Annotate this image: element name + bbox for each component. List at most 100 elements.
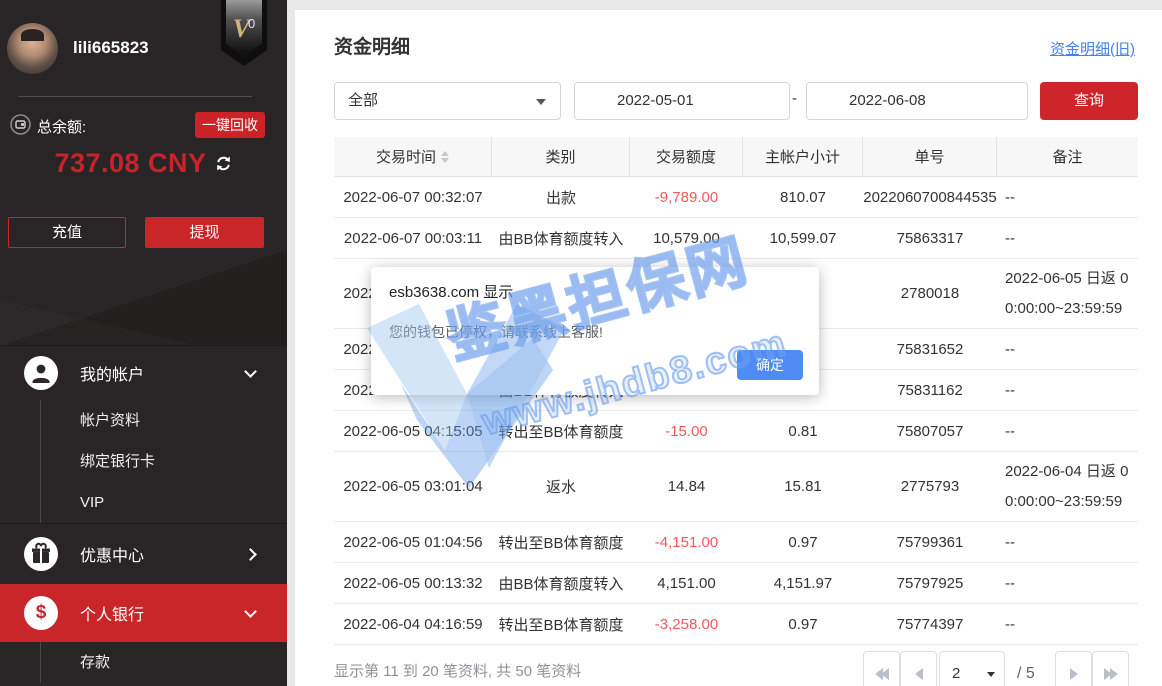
cell-subtotal: 15.81 — [743, 452, 863, 521]
page-total-label: / 5 — [1017, 651, 1035, 686]
cell-amount: 14.84 — [630, 452, 743, 521]
page-title: 资金明细 — [334, 32, 410, 59]
caret-down-icon — [536, 99, 546, 105]
pagination-info: 显示第 11 到 20 笔资料, 共 50 笔资料 — [334, 660, 581, 681]
one-key-recycle-button[interactable]: 一键回收 — [195, 112, 265, 138]
chevron-right-icon — [244, 548, 257, 561]
cell-subtotal: 810.07 — [743, 177, 863, 217]
table-row: 2022-06-07 00:03:11由BB体育额度转入10,579.0010,… — [334, 218, 1138, 259]
cell-type: 由BB体育额度转入 — [492, 563, 630, 603]
dialog-confirm-button[interactable]: 确定 — [737, 350, 803, 380]
sidebar: V 0 lili665823 总余额: 一键回收 737.08 CNY — [0, 0, 287, 686]
sidebar-item-label: 我的帐户 — [80, 361, 144, 385]
cell-subtotal: 0.97 — [743, 604, 863, 644]
username: lili665823 — [73, 38, 149, 58]
first-page-button[interactable] — [863, 651, 900, 686]
refresh-icon[interactable] — [214, 154, 233, 173]
divider — [18, 96, 252, 97]
cell-order-no: 75774397 — [863, 604, 997, 644]
gift-icon — [24, 537, 58, 571]
cell-remark: -- — [997, 218, 1138, 258]
cell-amount: 10,579.00 — [630, 218, 743, 258]
cell-order-no: 2775793 — [863, 452, 997, 521]
browser-alert-dialog: esb3638.com 显示 您的钱包已停权，请联系线上客服! 确定 — [371, 267, 819, 395]
dollar-icon: $ — [24, 596, 58, 630]
search-button[interactable]: 查询 — [1040, 82, 1138, 120]
vip-level: 0 — [248, 16, 255, 31]
header-type: 类别 — [492, 137, 630, 176]
cell-order-no: 75799361 — [863, 522, 997, 562]
next-page-button[interactable] — [1055, 651, 1092, 686]
dialog-title: esb3638.com 显示 — [389, 281, 513, 302]
withdraw-button[interactable]: 提现 — [145, 217, 264, 248]
sidebar-item-label: 个人银行 — [80, 601, 144, 625]
cell-amount: -3,258.00 — [630, 604, 743, 644]
cell-remark: 2022-06-04 日返 00:00:00~23:59:59 — [997, 452, 1138, 521]
caret-down-icon — [987, 672, 995, 677]
cell-trade-time: 2022-06-05 03:01:04 — [334, 452, 492, 521]
sidebar-item-personal-bank[interactable]: $ 个人银行 — [0, 584, 287, 642]
user-icon — [24, 356, 58, 390]
sidebar-item-account-info[interactable]: 帐户资料 — [0, 400, 287, 441]
cell-remark: -- — [997, 370, 1138, 410]
date-from-input[interactable]: 2022-05-01 — [574, 82, 790, 120]
page-select[interactable]: 2 — [939, 651, 1005, 686]
cell-trade-time: 2022-06-05 04:15:05 — [334, 411, 492, 451]
cell-amount: -9,789.00 — [630, 177, 743, 217]
my-account-submenu: 帐户资料 绑定银行卡 VIP — [0, 400, 287, 523]
cell-remark: -- — [997, 177, 1138, 217]
cell-subtotal: 0.81 — [743, 411, 863, 451]
cell-remark: -- — [997, 604, 1138, 644]
date-to-input[interactable]: 2022-06-08 — [806, 82, 1028, 120]
cell-order-no: 2780018 — [863, 259, 997, 328]
cell-remark: -- — [997, 563, 1138, 603]
cell-order-no: 75863317 — [863, 218, 997, 258]
chevron-down-icon — [244, 365, 257, 378]
prev-page-button[interactable] — [900, 651, 937, 686]
filter-bar: 全部 2022-05-01 - 2022-06-08 查询 — [334, 82, 1138, 120]
sidebar-menu: 我的帐户 帐户资料 绑定银行卡 VIP 优惠中心 — [0, 345, 287, 683]
funds-detail-old-link[interactable]: 资金明细(旧) — [1050, 38, 1135, 59]
sidebar-item-vip[interactable]: VIP — [0, 482, 287, 523]
header-order-no: 单号 — [863, 137, 997, 176]
transaction-type-value: 全部 — [348, 92, 378, 109]
cell-amount: -4,151.00 — [630, 522, 743, 562]
cell-trade-time: 2022-06-05 01:04:56 — [334, 522, 492, 562]
app-root: V 0 lili665823 总余额: 一键回收 737.08 CNY — [0, 0, 1162, 686]
cell-subtotal: 10,599.07 — [743, 218, 863, 258]
page-select-value: 2 — [952, 665, 960, 682]
cell-trade-time: 2022-06-07 00:32:07 — [334, 177, 492, 217]
cell-trade-time: 2022-06-07 00:03:11 — [334, 218, 492, 258]
date-range-separator: - — [792, 90, 797, 107]
sidebar-item-bind-bank-card[interactable]: 绑定银行卡 — [0, 441, 287, 482]
dialog-message: 您的钱包已停权，请联系线上客服! — [389, 322, 603, 342]
cell-order-no: 2022060700844535 — [863, 177, 997, 217]
transaction-type-select[interactable]: 全部 — [334, 82, 561, 120]
cell-type: 转出至BB体育额度 — [492, 604, 630, 644]
cell-type: 返水 — [492, 452, 630, 521]
avatar[interactable] — [7, 23, 58, 74]
cell-order-no: 75807057 — [863, 411, 997, 451]
table-row: 2022-06-07 00:32:07出款-9,789.00810.072022… — [334, 177, 1138, 218]
balance-label: 总余额: — [37, 116, 86, 137]
sidebar-item-my-account[interactable]: 我的帐户 — [0, 345, 287, 400]
sidebar-item-label: 优惠中心 — [80, 542, 144, 566]
table-row: 2022-06-05 04:15:05转出至BB体育额度-15.000.8175… — [334, 411, 1138, 452]
chevron-down-icon — [244, 605, 257, 618]
deposit-button[interactable]: 充值 — [8, 217, 126, 248]
header-amount: 交易额度 — [630, 137, 743, 176]
last-page-button[interactable] — [1092, 651, 1129, 686]
cell-type: 由BB体育额度转入 — [492, 218, 630, 258]
vip-badge: V 0 — [221, 0, 267, 66]
cell-subtotal: 0.97 — [743, 522, 863, 562]
header-trade-time[interactable]: 交易时间 — [334, 137, 492, 176]
header-remark: 备注 — [997, 137, 1138, 176]
cell-order-no: 75797925 — [863, 563, 997, 603]
cell-remark: -- — [997, 411, 1138, 451]
cell-remark: -- — [997, 522, 1138, 562]
sidebar-item-promo-center[interactable]: 优惠中心 — [0, 523, 287, 584]
sort-icon[interactable] — [441, 151, 449, 163]
cell-type: 转出至BB体育额度 — [492, 522, 630, 562]
sidebar-item-deposit[interactable]: 存款 — [0, 642, 287, 683]
personal-bank-submenu: 存款 — [0, 642, 287, 683]
